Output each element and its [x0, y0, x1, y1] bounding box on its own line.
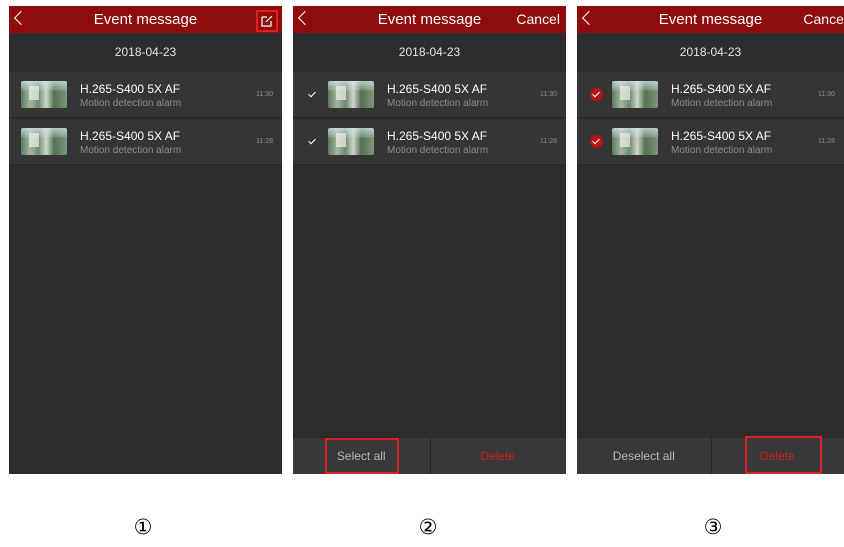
device-name: H.265-S400 5X AF [80, 82, 181, 96]
camera-snapshot-thumbnail [328, 128, 374, 155]
bottom-action-bar: Deselect all Delete [577, 437, 844, 474]
camera-snapshot-thumbnail [21, 81, 67, 108]
event-type: Motion detection alarm [387, 98, 489, 109]
chevron-left-icon[interactable] [13, 10, 29, 26]
event-time: 11:28 [818, 138, 835, 145]
step-caption-1: ① [133, 515, 153, 539]
edit-button[interactable] [256, 10, 278, 32]
device-name: H.265-S400 5X AF [387, 129, 488, 143]
list-item[interactable]: H.265-S400 5X AF Motion detection alarm … [577, 119, 844, 165]
chevron-left-icon[interactable] [297, 10, 313, 26]
event-time: 11:28 [540, 138, 557, 145]
list-item[interactable]: H.265-S400 5X AF Motion detection alarm … [293, 72, 566, 118]
bottom-action-bar: Select all Delete [293, 437, 566, 474]
event-list: H.265-S400 5X AF Motion detection alarm … [293, 72, 566, 165]
chevron-left-icon[interactable] [581, 10, 597, 26]
cancel-button[interactable]: Cancel [803, 6, 844, 33]
event-time: 11:28 [256, 138, 273, 145]
page-title: Event message [658, 11, 763, 28]
list-item[interactable]: H.265-S400 5X AF Motion detection alarm … [9, 119, 282, 165]
checkbox[interactable] [306, 88, 319, 101]
page-title: Event message [377, 11, 482, 28]
delete-button[interactable]: Delete [430, 438, 567, 474]
checkbox-checked[interactable] [590, 88, 603, 101]
select-all-button[interactable]: Select all [293, 438, 430, 474]
list-item[interactable]: H.265-S400 5X AF Motion detection alarm … [9, 72, 282, 118]
delete-button[interactable]: Delete [711, 438, 844, 474]
checkbox[interactable] [306, 135, 319, 148]
step-caption-3: ③ [703, 515, 723, 539]
camera-snapshot-thumbnail [21, 128, 67, 155]
event-time: 11:30 [540, 91, 557, 98]
list-item[interactable]: H.265-S400 5X AF Motion detection alarm … [577, 72, 844, 118]
device-name: H.265-S400 5X AF [671, 82, 772, 96]
edit-icon [261, 15, 273, 27]
screen-event-selected: Event message Cancel 2018-04-23 H.265-S4… [577, 6, 844, 474]
list-item[interactable]: H.265-S400 5X AF Motion detection alarm … [293, 119, 566, 165]
event-type: Motion detection alarm [671, 98, 773, 109]
top-bar: Event message Cancel [293, 6, 566, 33]
top-bar: Event message Cancel [577, 6, 844, 33]
event-type: Motion detection alarm [671, 145, 773, 156]
date-header: 2018-04-23 [293, 33, 566, 72]
event-type: Motion detection alarm [80, 98, 182, 109]
deselect-all-button[interactable]: Deselect all [577, 438, 711, 474]
top-bar: Event message [9, 6, 282, 33]
page-title: Event message [93, 11, 198, 28]
step-caption-2: ② [418, 515, 438, 539]
event-time: 11:30 [256, 91, 273, 98]
device-name: H.265-S400 5X AF [387, 82, 488, 96]
screen-event-list: Event message 2018-04-23 H.265-S400 5X A… [9, 6, 282, 474]
camera-snapshot-thumbnail [328, 81, 374, 108]
camera-snapshot-thumbnail [612, 128, 658, 155]
event-type: Motion detection alarm [387, 145, 489, 156]
device-name: H.265-S400 5X AF [80, 129, 181, 143]
event-list: H.265-S400 5X AF Motion detection alarm … [9, 72, 282, 165]
event-type: Motion detection alarm [80, 145, 182, 156]
device-name: H.265-S400 5X AF [671, 129, 772, 143]
screen-event-edit: Event message Cancel 2018-04-23 H.265-S4… [293, 6, 566, 474]
event-time: 11:30 [818, 91, 835, 98]
checkbox-checked[interactable] [590, 135, 603, 148]
camera-snapshot-thumbnail [612, 81, 658, 108]
event-list: H.265-S400 5X AF Motion detection alarm … [577, 72, 844, 165]
date-header: 2018-04-23 [9, 33, 282, 72]
date-header: 2018-04-23 [577, 33, 844, 72]
cancel-button[interactable]: Cancel [516, 6, 560, 33]
